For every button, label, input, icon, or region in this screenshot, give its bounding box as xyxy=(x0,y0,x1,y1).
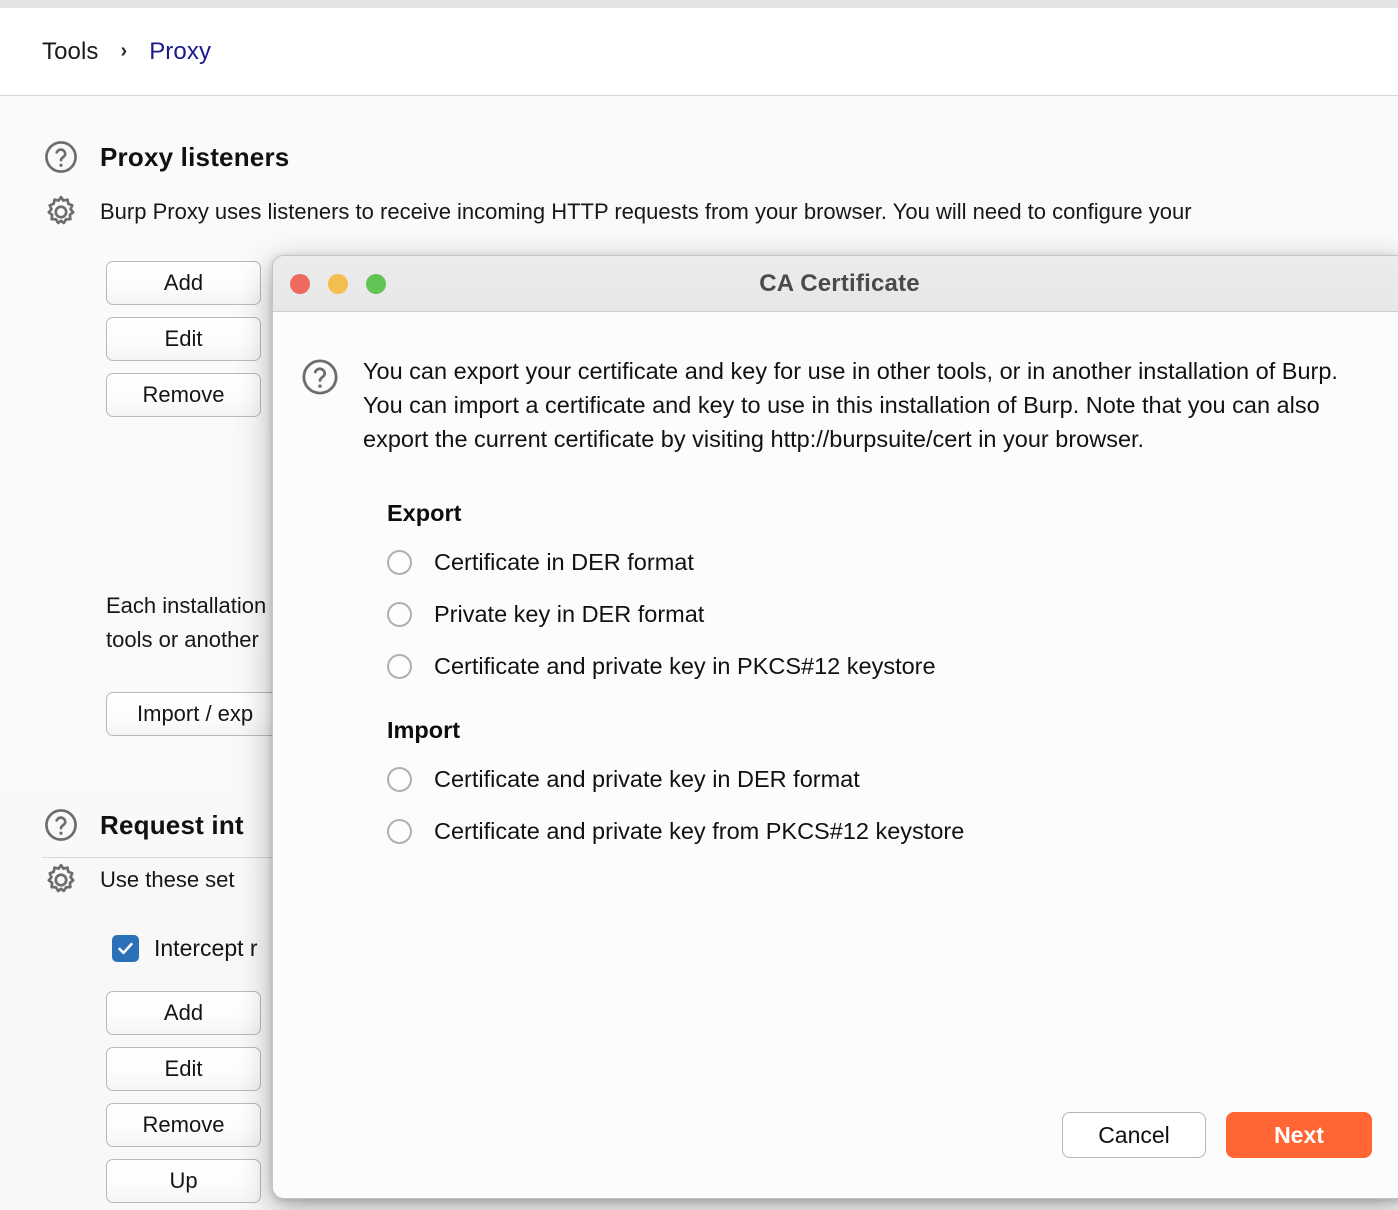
import-group-heading: Import xyxy=(387,717,461,743)
import-option-label: Certificate and private key in DER forma… xyxy=(434,765,860,792)
export-option-label: Certificate and private key in PKCS#12 k… xyxy=(434,652,936,679)
dialog-title-bar[interactable]: CA Certificate xyxy=(273,256,1398,312)
proxy-listener-edit-button[interactable]: Edit xyxy=(106,317,261,361)
request-interception-button-group: Add Edit Remove Up xyxy=(106,991,261,1203)
intercept-requests-label: Intercept r xyxy=(154,935,258,961)
cancel-button[interactable]: Cancel xyxy=(1062,1112,1206,1158)
proxy-listeners-description: Burp Proxy uses listeners to receive inc… xyxy=(100,199,1192,224)
gear-icon[interactable] xyxy=(42,861,80,899)
intercept-requests-checkbox-row[interactable]: Intercept r xyxy=(112,935,258,962)
export-option-label: Certificate in DER format xyxy=(434,548,694,575)
export-option-pkcs12-keystore[interactable]: Certificate and private key in PKCS#12 k… xyxy=(387,649,1366,683)
import-option-der-format[interactable]: Certificate and private key in DER forma… xyxy=(387,762,1366,796)
export-option-label: Private key in DER format xyxy=(434,600,705,627)
window-top-strip xyxy=(0,0,1398,8)
request-interception-description: Use these set xyxy=(100,867,235,892)
request-interception-header: Request int xyxy=(42,806,244,844)
dialog-intro: You can export your certificate and key … xyxy=(299,354,1366,456)
proxy-listeners-title: Proxy listeners xyxy=(100,141,290,172)
chevron-right-icon: › xyxy=(120,40,128,62)
radio-button-icon[interactable] xyxy=(387,601,412,627)
intercept-requests-checkbox[interactable] xyxy=(112,935,139,962)
proxy-listener-remove-button[interactable]: Remove xyxy=(106,373,261,417)
minimize-window-icon[interactable] xyxy=(328,273,348,294)
dialog-body: You can export your certificate and key … xyxy=(273,312,1398,1198)
interception-rule-remove-button[interactable]: Remove xyxy=(106,1103,261,1147)
ca-certificate-dialog: CA Certificate You can export your certi… xyxy=(272,255,1398,1199)
close-window-icon[interactable] xyxy=(290,273,310,294)
ca-certificate-paragraph: Each installation tools or another xyxy=(106,589,266,657)
import-option-label: Certificate and private key from PKCS#12… xyxy=(434,817,965,844)
radio-button-icon[interactable] xyxy=(387,766,412,792)
interception-rule-up-button[interactable]: Up xyxy=(106,1159,261,1203)
maximize-window-icon[interactable] xyxy=(366,273,386,294)
ca-certificate-paragraph-line-1: Each installation xyxy=(106,593,267,618)
export-group-heading: Export xyxy=(387,500,462,526)
dialog-title: CA Certificate xyxy=(759,269,920,297)
proxy-listeners-description-row: Burp Proxy uses listeners to receive inc… xyxy=(42,193,1192,231)
next-button[interactable]: Next xyxy=(1226,1112,1372,1158)
window-traffic-lights xyxy=(290,273,386,294)
import-option-pkcs12-keystore[interactable]: Certificate and private key from PKCS#12… xyxy=(387,814,1366,848)
request-interception-description-row: Use these set xyxy=(42,861,235,899)
breadcrumb: Tools › Proxy xyxy=(0,8,1398,96)
breadcrumb-current[interactable]: Proxy xyxy=(149,38,211,66)
proxy-listener-add-button[interactable]: Add xyxy=(106,261,261,305)
radio-button-icon[interactable] xyxy=(387,818,412,844)
help-circle-icon[interactable] xyxy=(299,356,341,398)
dialog-footer: Cancel Next xyxy=(1062,1112,1372,1158)
breadcrumb-root[interactable]: Tools xyxy=(42,38,99,66)
request-interception-title: Request int xyxy=(100,809,244,840)
ca-certificate-paragraph-line-2: tools or another xyxy=(106,627,259,652)
proxy-listeners-header: Proxy listeners xyxy=(42,138,289,176)
radio-button-icon[interactable] xyxy=(387,653,412,679)
interception-rule-add-button[interactable]: Add xyxy=(106,991,261,1035)
dialog-intro-text: You can export your certificate and key … xyxy=(363,358,1338,452)
export-option-private-key-der[interactable]: Private key in DER format xyxy=(387,597,1366,631)
export-option-certificate-der[interactable]: Certificate in DER format xyxy=(387,545,1366,579)
help-circle-icon[interactable] xyxy=(42,138,80,176)
gear-icon[interactable] xyxy=(42,193,80,231)
proxy-listeners-button-group: Add Edit Remove xyxy=(106,261,261,417)
radio-button-icon[interactable] xyxy=(387,549,412,575)
help-circle-icon[interactable] xyxy=(42,806,80,844)
interception-rule-edit-button[interactable]: Edit xyxy=(106,1047,261,1091)
